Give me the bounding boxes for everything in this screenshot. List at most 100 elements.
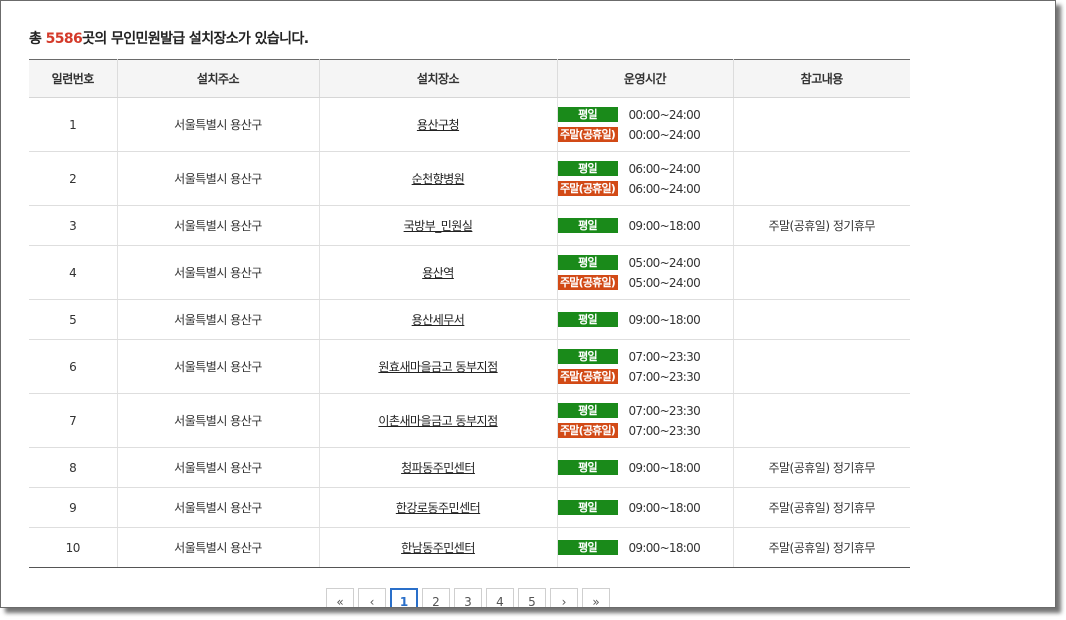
serial-no-cell: 7 [29, 393, 118, 448]
place-link[interactable]: 용산역 [422, 266, 454, 280]
place-link[interactable]: 청파동주민센터 [401, 461, 475, 475]
table-row: 6 서울특별시 용산구 원효새마을금고 동부지점 평일 07:00~23:30 주말(공휴… [29, 339, 910, 394]
address-cell: 서울특별시 용산구 [117, 151, 320, 206]
header-note: 참고내용 [733, 59, 910, 98]
hours-time: 05:00~24:00 [628, 255, 701, 270]
place-link[interactable]: 한남동주민센터 [401, 541, 475, 555]
place-cell: 한남동주민센터 [319, 527, 558, 568]
header-serial-no: 일련번호 [29, 59, 118, 98]
hours-line: 평일 09:00~18:00 [557, 458, 733, 478]
serial-no-cell: 6 [29, 339, 118, 394]
address-cell: 서울특별시 용산구 [117, 527, 320, 568]
next-page-button[interactable]: › [550, 588, 578, 607]
page-button-5[interactable]: 5 [518, 588, 546, 607]
hours-time: 09:00~18:00 [628, 312, 701, 327]
hours-line: 평일 09:00~18:00 [557, 538, 733, 558]
place-link[interactable]: 이촌새마을금고 동부지점 [378, 414, 498, 428]
header-place: 설치장소 [319, 59, 558, 98]
page-button-2[interactable]: 2 [422, 588, 450, 607]
weekday-badge: 평일 [557, 107, 618, 122]
hours-time: 00:00~24:00 [628, 127, 701, 142]
serial-no-cell: 4 [29, 245, 118, 300]
page-button-4[interactable]: 4 [486, 588, 514, 607]
table-row: 1 서울특별시 용산구 용산구청 평일 00:00~24:00 주말(공휴일) 00:00~… [29, 97, 910, 152]
hours-time: 07:00~23:30 [628, 349, 701, 364]
address-cell: 서울특별시 용산구 [117, 447, 320, 488]
hours-time: 09:00~18:00 [628, 500, 701, 515]
hours-line: 평일 05:00~24:00 [557, 253, 733, 273]
weekend-badge: 주말(공휴일) [557, 275, 618, 290]
summary-prefix: 총 [29, 31, 46, 47]
note-cell [733, 393, 910, 448]
hours-cell: 평일 09:00~18:00 [557, 527, 734, 568]
hours-time: 09:00~18:00 [628, 218, 701, 233]
serial-no-cell: 1 [29, 97, 118, 152]
hours-line: 평일 09:00~18:00 [557, 310, 733, 330]
place-cell: 용산역 [319, 245, 558, 300]
prev-page-button[interactable]: ‹ [358, 588, 386, 607]
hours-line: 평일 09:00~18:00 [557, 498, 733, 518]
table-row: 7 서울특별시 용산구 이촌새마을금고 동부지점 평일 07:00~23:30 주말(공휴… [29, 393, 910, 448]
serial-no-cell: 2 [29, 151, 118, 206]
table-row: 4 서울특별시 용산구 용산역 평일 05:00~24:00 주말(공휴일) 05:00~2… [29, 245, 910, 300]
hours-line: 평일 07:00~23:30 [557, 347, 733, 367]
place-link[interactable]: 원효새마을금고 동부지점 [378, 360, 498, 374]
place-cell: 원효새마을금고 동부지점 [319, 339, 558, 394]
first-page-button[interactable]: « [326, 588, 354, 607]
hours-line: 주말(공휴일) 05:00~24:00 [557, 273, 733, 293]
place-cell: 순천향병원 [319, 151, 558, 206]
hours-line: 평일 00:00~24:00 [557, 105, 733, 125]
hours-time: 06:00~24:00 [628, 161, 701, 176]
hours-cell: 평일 07:00~23:30 주말(공휴일) 07:00~23:30 [557, 339, 734, 394]
hours-cell: 평일 06:00~24:00 주말(공휴일) 06:00~24:00 [557, 151, 734, 206]
place-link[interactable]: 용산구청 [417, 118, 460, 132]
place-cell: 용산세무서 [319, 299, 558, 340]
hours-time: 05:00~24:00 [628, 275, 701, 290]
hours-line: 평일 07:00~23:30 [557, 401, 733, 421]
table-row: 10 서울특별시 용산구 한남동주민센터 평일 09:00~18:00 주말(공휴일) 정… [29, 527, 910, 568]
hours-cell: 평일 00:00~24:00 주말(공휴일) 00:00~24:00 [557, 97, 734, 152]
page-button-1[interactable]: 1 [390, 588, 418, 607]
kiosk-location-table: 일련번호 설치주소 설치장소 운영시간 참고내용 1 서울특별시 용산구 용산구청 평… [29, 59, 910, 568]
address-cell: 서울특별시 용산구 [117, 97, 320, 152]
note-cell [733, 299, 910, 340]
hours-cell: 평일 05:00~24:00 주말(공휴일) 05:00~24:00 [557, 245, 734, 300]
note-cell: 주말(공휴일) 정기휴무 [733, 447, 910, 488]
hours-line: 평일 09:00~18:00 [557, 216, 733, 236]
hours-time: 07:00~23:30 [628, 369, 701, 384]
hours-line: 주말(공휴일) 07:00~23:30 [557, 367, 733, 387]
serial-no-cell: 8 [29, 447, 118, 488]
note-cell [733, 245, 910, 300]
place-link[interactable]: 순천향병원 [412, 172, 465, 186]
address-cell: 서울특별시 용산구 [117, 299, 320, 340]
note-cell: 주말(공휴일) 정기휴무 [733, 527, 910, 568]
weekday-badge: 평일 [557, 500, 618, 515]
address-cell: 서울특별시 용산구 [117, 339, 320, 394]
weekday-badge: 평일 [557, 460, 618, 475]
last-page-button[interactable]: » [582, 588, 610, 607]
hours-cell: 평일 09:00~18:00 [557, 299, 734, 340]
hours-line: 주말(공휴일) 00:00~24:00 [557, 125, 733, 145]
weekday-badge: 평일 [557, 161, 618, 176]
table-row: 9 서울특별시 용산구 한강로동주민센터 평일 09:00~18:00 주말(공휴일) 정… [29, 487, 910, 528]
place-link[interactable]: 용산세무서 [412, 313, 465, 327]
serial-no-cell: 9 [29, 487, 118, 528]
note-cell [733, 339, 910, 394]
table-row: 8 서울특별시 용산구 청파동주민센터 평일 09:00~18:00 주말(공휴일) 정기… [29, 447, 910, 488]
place-link[interactable]: 국방부_민원실 [404, 219, 473, 233]
weekday-badge: 평일 [557, 540, 618, 555]
page-button-3[interactable]: 3 [454, 588, 482, 607]
address-cell: 서울특별시 용산구 [117, 205, 320, 246]
note-cell: 주말(공휴일) 정기휴무 [733, 205, 910, 246]
place-cell: 청파동주민센터 [319, 447, 558, 488]
weekday-badge: 평일 [557, 312, 618, 327]
serial-no-cell: 3 [29, 205, 118, 246]
hours-line: 주말(공휴일) 07:00~23:30 [557, 421, 733, 441]
weekend-badge: 주말(공휴일) [557, 181, 618, 196]
address-cell: 서울특별시 용산구 [117, 393, 320, 448]
serial-no-cell: 10 [29, 527, 118, 568]
weekend-badge: 주말(공휴일) [557, 127, 618, 142]
weekday-badge: 평일 [557, 403, 618, 418]
page-frame: 총 5586곳의 무인민원발급 설치장소가 있습니다. 일련번호 설치주소 설치… [0, 0, 1056, 608]
place-link[interactable]: 한강로동주민센터 [396, 501, 481, 515]
